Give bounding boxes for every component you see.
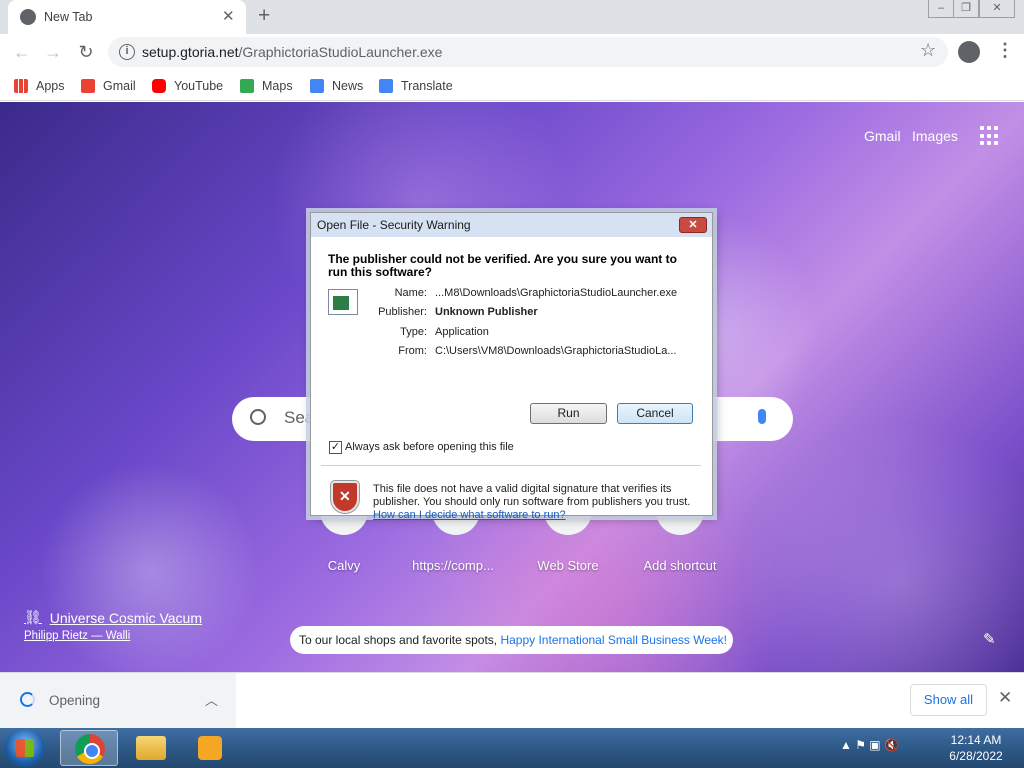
search-icon xyxy=(250,409,266,425)
tab-strip: New Tab ✕ + – ❐ ✕ xyxy=(0,0,1024,34)
bookmark-label: Apps xyxy=(36,79,65,93)
start-button[interactable] xyxy=(5,729,45,767)
ntp-images-link[interactable]: Images xyxy=(912,128,958,144)
bookmarks-bar: Apps Gmail YouTube Maps News Translate xyxy=(0,71,1024,101)
forward-button[interactable]: → xyxy=(41,40,65,64)
run-button[interactable]: Run xyxy=(530,403,607,424)
bookmark-gmail[interactable]: Gmail xyxy=(81,77,136,95)
bookmark-translate[interactable]: Translate xyxy=(379,77,453,95)
show-all-downloads-button[interactable]: Show all xyxy=(910,684,987,716)
tab-new-tab[interactable]: New Tab ✕ xyxy=(8,0,246,34)
publisher-label: Publisher: xyxy=(378,306,427,318)
site-info-icon[interactable]: i xyxy=(119,44,135,60)
background-attribution-author[interactable]: Philipp Rietz — Walli xyxy=(24,630,130,642)
attribution-title-text: Universe Cosmic Vacum xyxy=(49,609,203,626)
tab-title: New Tab xyxy=(44,10,93,24)
warning-shield-icon xyxy=(331,481,359,513)
bookmark-label: Maps xyxy=(262,79,293,93)
link-icon: ⛓ xyxy=(24,609,42,625)
windows-taskbar: ▲ ⚑ ▣ 🔇 12:14 AM 6/28/2022 xyxy=(0,728,1024,768)
from-label: From: xyxy=(398,345,427,357)
chrome-menu-icon[interactable]: ⋮ xyxy=(996,40,1014,61)
bookmark-label: Translate xyxy=(401,79,453,93)
dialog-body: The publisher could not be verified. Are… xyxy=(311,237,712,521)
cancel-button[interactable]: Cancel xyxy=(617,403,693,424)
media-player-icon xyxy=(198,736,222,760)
taskbar-chrome[interactable] xyxy=(60,730,118,766)
folder-icon xyxy=(136,736,166,760)
bookmark-maps[interactable]: Maps xyxy=(240,77,293,95)
name-label: Name: xyxy=(394,287,427,299)
clock-time[interactable]: 12:14 AM xyxy=(946,733,1006,747)
back-button[interactable]: ← xyxy=(10,40,34,64)
bookmark-news[interactable]: News xyxy=(310,77,363,95)
youtube-icon xyxy=(152,79,166,93)
dialog-question: The publisher could not be verified. Are… xyxy=(328,252,677,279)
download-bar: Opening ︿ Show all ✕ xyxy=(0,672,1024,728)
customize-pencil-icon[interactable]: ✎ xyxy=(983,630,996,648)
apps-grid-icon xyxy=(14,79,28,93)
bookmark-star-icon[interactable]: ☆ xyxy=(920,40,936,61)
close-download-bar-icon[interactable]: ✕ xyxy=(998,688,1012,708)
shortcut-label[interactable]: https://comp... xyxy=(393,558,513,573)
dialog-separator xyxy=(321,465,701,466)
new-tab-button[interactable]: + xyxy=(258,4,270,28)
microphone-icon[interactable] xyxy=(758,409,766,424)
always-ask-label[interactable]: Always ask before opening this file xyxy=(345,441,514,453)
restore-button[interactable]: ❐ xyxy=(953,0,979,18)
shortcut-label[interactable]: Calvy xyxy=(284,558,404,573)
news-icon xyxy=(310,79,324,93)
download-item[interactable]: Opening ︿ xyxy=(0,673,236,728)
security-warning-dialog: Open File - Security Warning ✕ The publi… xyxy=(310,212,713,521)
bookmark-youtube[interactable]: YouTube xyxy=(152,77,223,95)
taskbar-explorer[interactable] xyxy=(122,730,180,766)
translate-icon xyxy=(379,79,393,93)
taskbar-media-player[interactable] xyxy=(182,730,240,766)
type-label: Type: xyxy=(400,326,427,338)
application-icon xyxy=(328,289,358,315)
type-value: Application xyxy=(435,326,489,338)
name-value: ...M8\Downloads\GraphictoriaStudioLaunch… xyxy=(435,287,678,299)
reload-button[interactable]: ↻ xyxy=(74,40,98,64)
address-bar[interactable]: i setup.gtoria.net/GraphictoriaStudioLau… xyxy=(108,37,948,67)
background-attribution-title[interactable]: ⛓ Universe Cosmic Vacum xyxy=(24,609,202,626)
url-host: setup.gtoria.net xyxy=(142,44,239,60)
download-progress-icon xyxy=(20,692,35,707)
bookmark-apps[interactable]: Apps xyxy=(14,77,65,95)
globe-icon xyxy=(20,9,36,25)
maps-icon xyxy=(240,79,254,93)
shortcut-label[interactable]: Add shortcut xyxy=(620,558,740,573)
bookmark-label: YouTube xyxy=(174,79,224,93)
url-path: /GraphictoriaStudioLauncher.exe xyxy=(238,44,443,60)
chrome-icon xyxy=(75,734,105,764)
browser-toolbar: ← → ↻ i setup.gtoria.net/GraphictoriaStu… xyxy=(0,34,1024,71)
always-ask-checkbox[interactable]: ✓ xyxy=(329,441,342,454)
promo-link[interactable]: Happy International Small Business Week! xyxy=(500,633,727,647)
google-apps-icon[interactable] xyxy=(980,126,1000,146)
promo-text: To our local shops and favorite spots, xyxy=(299,633,501,647)
dialog-close-button[interactable]: ✕ xyxy=(679,217,707,233)
profile-avatar-icon[interactable] xyxy=(958,41,980,63)
shortcut-label[interactable]: Web Store xyxy=(508,558,628,573)
minimize-button[interactable]: – xyxy=(928,0,954,18)
close-tab-icon[interactable]: ✕ xyxy=(222,7,235,25)
bookmark-label: News xyxy=(332,79,364,93)
system-tray[interactable]: ▲ ⚑ ▣ 🔇 xyxy=(840,738,899,752)
publisher-value: Unknown Publisher xyxy=(435,306,538,318)
url-text[interactable]: setup.gtoria.net/GraphictoriaStudioLaunc… xyxy=(142,44,442,60)
clock-date[interactable]: 6/28/2022 xyxy=(946,749,1006,763)
chevron-up-icon[interactable]: ︿ xyxy=(205,690,218,709)
ntp-gmail-link[interactable]: Gmail xyxy=(864,128,901,144)
download-status: Opening xyxy=(49,693,101,708)
window-close-button[interactable]: ✕ xyxy=(979,0,1015,18)
bookmark-label: Gmail xyxy=(103,79,136,93)
from-value: C:\Users\VM8\Downloads\GraphictoriaStudi… xyxy=(435,345,677,357)
gmail-icon xyxy=(81,79,95,93)
dialog-title: Open File - Security Warning xyxy=(311,213,712,237)
promo-banner[interactable]: To our local shops and favorite spots, H… xyxy=(290,626,733,654)
signature-warning-text: This file does not have a valid digital … xyxy=(373,483,691,508)
help-link[interactable]: How can I decide what software to run? xyxy=(373,509,566,521)
